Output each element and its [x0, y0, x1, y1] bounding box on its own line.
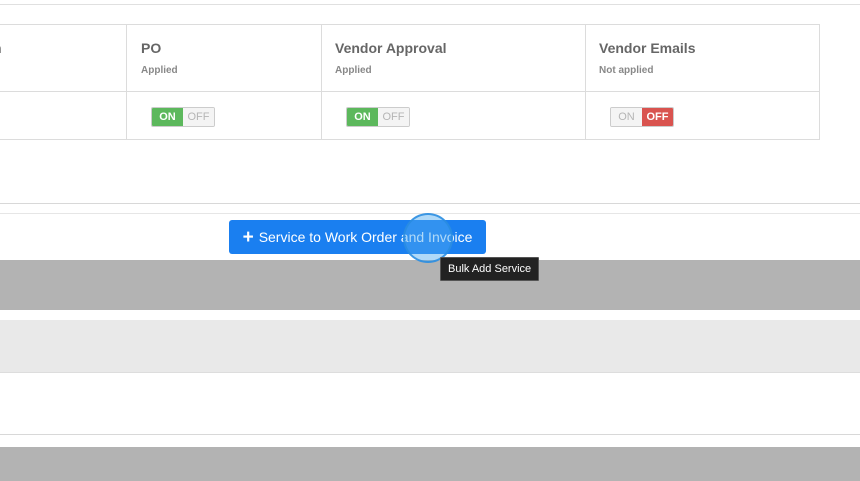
add-service-button-label: Service to Work Order and Invoice: [258, 229, 473, 245]
section-divider: [0, 213, 860, 214]
vendor-settings-table: n PO Applied ON OFF Vendor Approval Appl…: [0, 24, 820, 140]
plus-icon: +: [242, 226, 254, 248]
tooltip-text: Bulk Add Service: [448, 263, 532, 275]
toggle-off-segment[interactable]: OFF: [378, 108, 409, 126]
column-status-po: Applied: [141, 65, 178, 76]
column-status-vendor-emails: Not applied: [599, 65, 654, 76]
toggle-on-segment[interactable]: ON: [347, 108, 378, 126]
column-title-partial: n: [0, 40, 2, 56]
column-title-po: PO: [141, 40, 162, 56]
header-separator: [0, 91, 819, 92]
panel-row-band: [0, 320, 860, 373]
panel-header-band: [0, 260, 860, 310]
toggle-on-segment[interactable]: ON: [152, 108, 183, 126]
toggle-on-segment[interactable]: ON: [611, 108, 642, 126]
toggle-off-segment[interactable]: OFF: [642, 108, 673, 126]
section-divider: [0, 434, 860, 435]
column-divider: [321, 25, 322, 139]
po-toggle[interactable]: ON OFF: [151, 107, 215, 127]
column-divider: [126, 25, 127, 139]
bulk-add-service-tooltip: Bulk Add Service: [440, 257, 540, 281]
top-divider: [0, 4, 860, 5]
add-service-to-work-order-button[interactable]: + Service to Work Order and Invoice: [229, 220, 486, 254]
vendor-emails-toggle[interactable]: ON OFF: [610, 107, 674, 127]
column-title-vendor-approval: Vendor Approval: [335, 40, 447, 56]
section-divider: [0, 203, 860, 204]
column-status-vendor-approval: Applied: [335, 65, 372, 76]
column-title-vendor-emails: Vendor Emails: [599, 40, 696, 56]
panel-header-band: [0, 447, 860, 481]
column-divider: [585, 25, 586, 139]
toggle-off-segment[interactable]: OFF: [183, 108, 214, 126]
vendor-approval-toggle[interactable]: ON OFF: [346, 107, 410, 127]
